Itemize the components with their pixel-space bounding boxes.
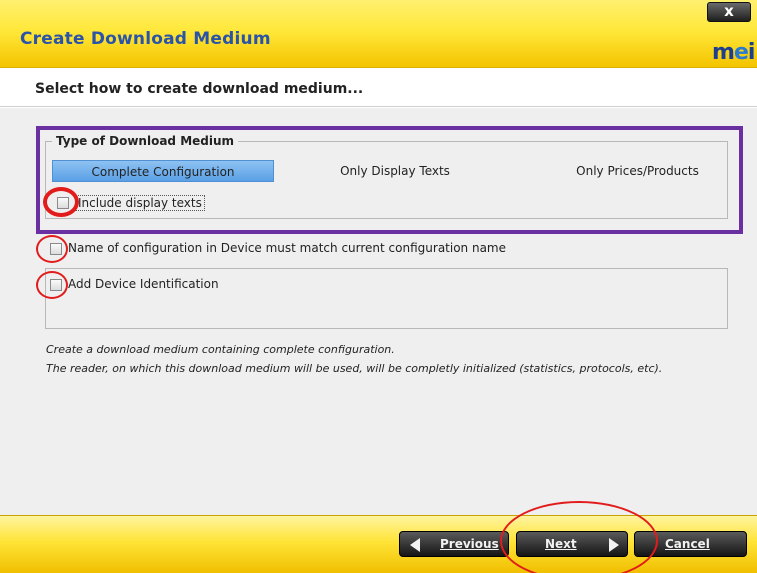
mei-logo: mei	[712, 40, 755, 65]
logo-letter: i	[747, 40, 755, 65]
annotation-highlight-box	[36, 126, 743, 234]
add-device-identification-label[interactable]: Add Device Identification	[68, 277, 219, 291]
description-line-1: Create a download medium containing comp…	[46, 343, 395, 356]
cancel-button-label: Cancel	[665, 537, 710, 551]
step-instruction: Select how to create download medium...	[35, 81, 364, 97]
arrow-left-icon	[410, 538, 420, 552]
create-download-medium-window: Create Download Medium x mei Select how …	[0, 0, 757, 573]
logo-letter: m	[712, 40, 735, 65]
step-header: Select how to create download medium...	[0, 69, 757, 107]
match-config-name-label[interactable]: Name of configuration in Device must mat…	[68, 241, 506, 255]
annotation-circle-next	[500, 501, 658, 573]
close-button[interactable]: x	[707, 2, 751, 22]
previous-button[interactable]: Previous	[399, 531, 509, 557]
annotation-circle	[43, 187, 79, 217]
title-bar: Create Download Medium x mei	[0, 0, 757, 68]
window-title: Create Download Medium	[20, 29, 271, 49]
previous-button-label: Previous	[440, 537, 499, 551]
annotation-circle	[36, 235, 68, 263]
description-line-2: The reader, on which this download mediu…	[46, 362, 663, 375]
logo-letter: e	[733, 40, 749, 65]
annotation-circle	[36, 271, 68, 299]
